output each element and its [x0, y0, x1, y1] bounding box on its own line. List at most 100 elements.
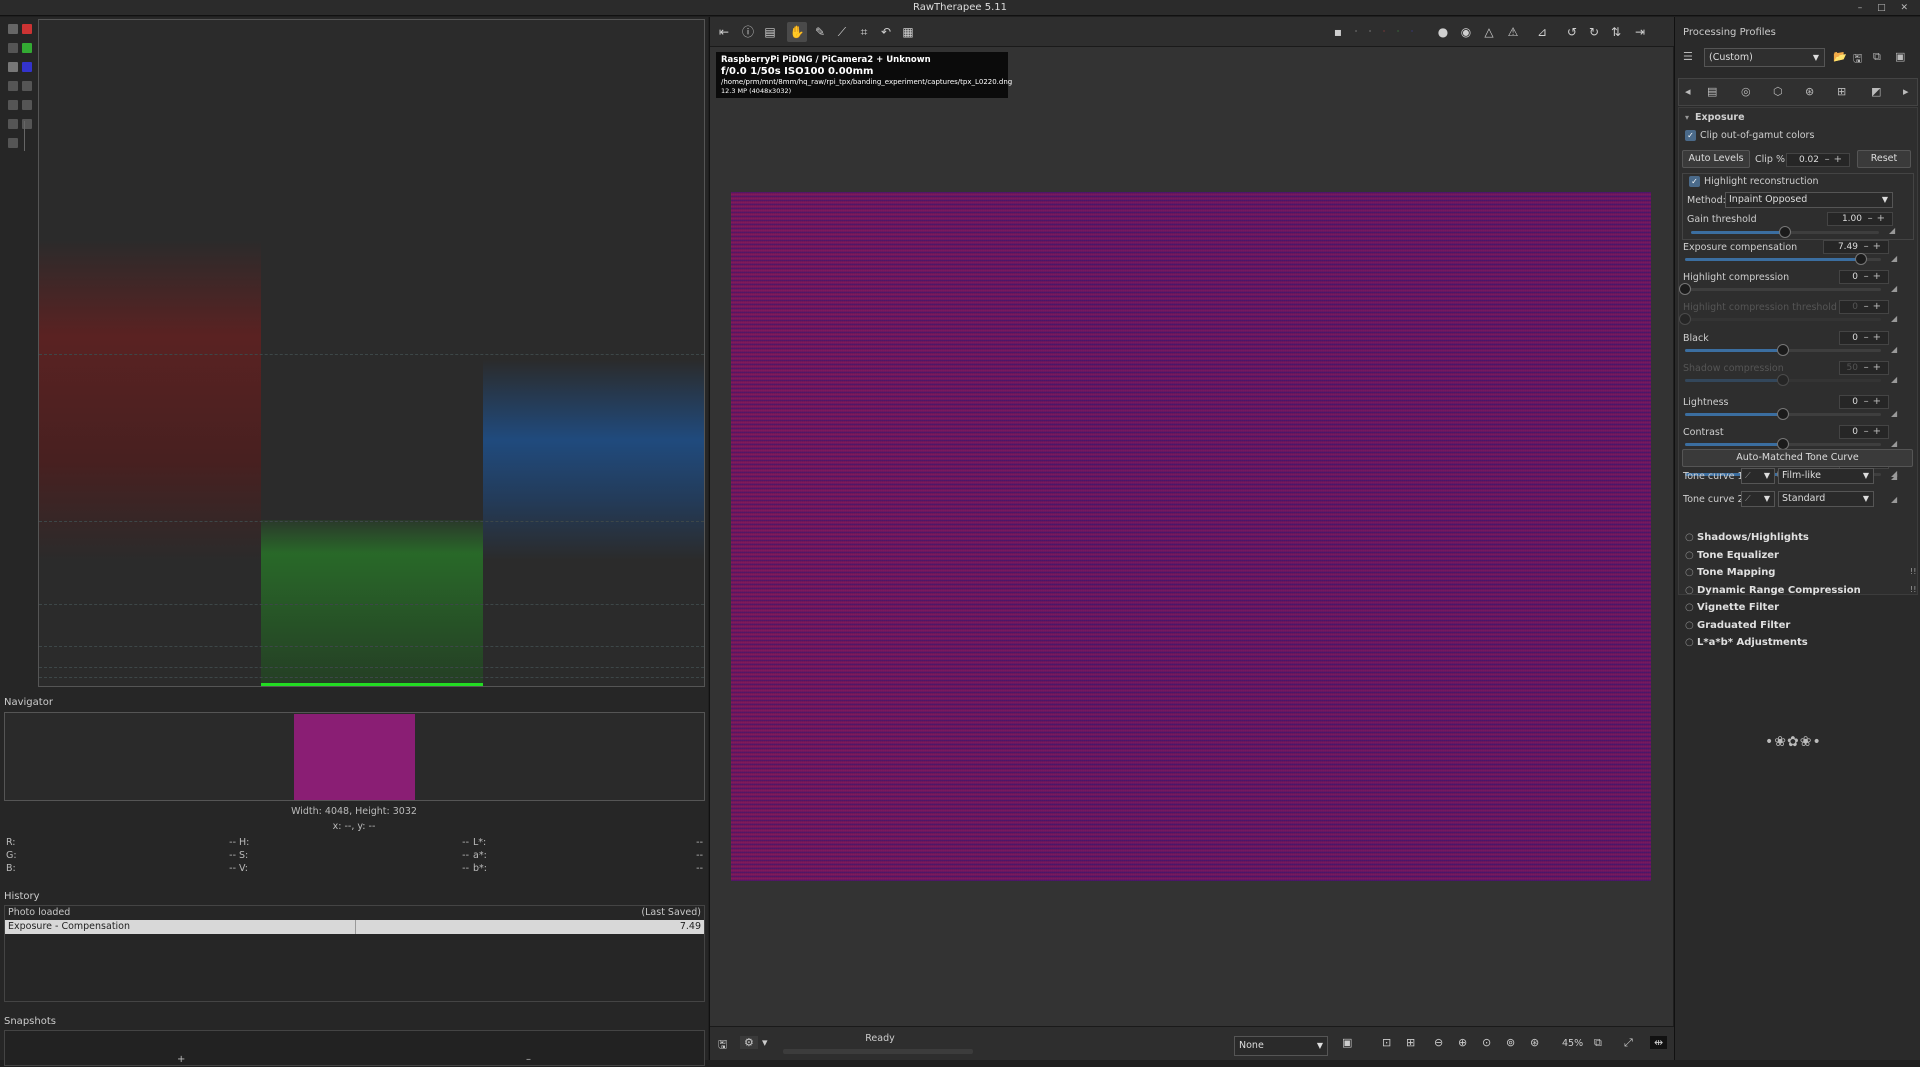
navigator-preview[interactable] — [4, 712, 705, 801]
enable-toggle-icon[interactable]: ○ — [1685, 585, 1694, 596]
zoom-fit-crop-icon[interactable]: ⊛ — [1530, 1036, 1539, 1049]
clip-percent-input[interactable]: 0.02 –+ — [1786, 153, 1850, 167]
profile-select[interactable]: (Custom) ▼ — [1704, 48, 1825, 67]
navigator-thumbnail[interactable] — [294, 714, 415, 800]
shadow-clip-icon[interactable]: ◉ — [1456, 22, 1476, 42]
rotate-icon[interactable]: ↶ — [876, 22, 896, 42]
luminance-toggle-icon[interactable] — [8, 62, 18, 72]
queue-menu-icon[interactable]: ▾ — [762, 1036, 768, 1049]
reset-icon[interactable]: ◢ — [1891, 345, 1897, 354]
reset-icon[interactable]: ◢ — [1889, 226, 1895, 235]
gain-threshold-slider[interactable] — [1691, 226, 1879, 238]
chroma-toggle-icon[interactable] — [8, 81, 18, 91]
slider-knob[interactable] — [1779, 226, 1791, 238]
auto-tone-curve-button[interactable]: Auto-Matched Tone Curve — [1682, 449, 1913, 467]
histogram-scale-slider[interactable] — [24, 121, 25, 151]
tab-exposure-icon[interactable]: ◎ — [1741, 85, 1751, 98]
window-controls[interactable]: – □ ✕ — [1858, 0, 1914, 16]
reset-icon[interactable]: ◢ — [1891, 284, 1897, 293]
reset-icon[interactable]: ◢ — [1891, 254, 1897, 263]
white-balance-picker-icon[interactable]: ✎ — [810, 22, 830, 42]
slider-value-input[interactable]: 0 –+ — [1839, 330, 1889, 345]
zoom-out-icon[interactable]: ⊖ — [1434, 1036, 1443, 1049]
open-profile-icon[interactable]: 📂 — [1833, 50, 1847, 63]
slider-value-input[interactable]: 0 –+ — [1839, 395, 1889, 409]
crop-icon[interactable]: ⌗ — [854, 22, 874, 42]
zoom-in-icon[interactable]: ⊕ — [1458, 1036, 1467, 1049]
copy-profile-icon[interactable]: ⧉ — [1873, 50, 1881, 64]
tone-curve-2-mode-select[interactable]: Standard ▼ — [1778, 491, 1874, 507]
reset-icon[interactable]: ◢ — [1891, 375, 1897, 384]
save-image-icon[interactable]: 🖫 — [718, 1036, 727, 1055]
tab-favorites-icon[interactable]: ▤ — [1707, 85, 1717, 98]
hide-panels-icon[interactable]: ⇹ — [1650, 1036, 1668, 1049]
profile-list-icon[interactable]: ☰ — [1683, 50, 1693, 63]
reset-icon[interactable]: ◢ — [1891, 409, 1897, 418]
color-profile-icon[interactable]: ▣ — [1342, 1036, 1352, 1049]
stepper-icon[interactable]: –+ — [1864, 332, 1885, 344]
queue-icon[interactable]: ⚙ — [740, 1036, 758, 1049]
straighten-icon[interactable]: ⟋ — [832, 22, 852, 42]
method-select[interactable]: Inpaint Opposed ▼ — [1725, 192, 1893, 208]
stepper-icon[interactable]: –+ — [1825, 154, 1846, 166]
reset-button[interactable]: Reset — [1857, 150, 1911, 168]
red-channel-toggle[interactable] — [22, 24, 32, 34]
rotate-right-icon[interactable]: ↻ — [1584, 22, 1604, 42]
save-profile-icon[interactable]: 🖫 — [1853, 50, 1862, 69]
gain-threshold-input[interactable]: 1.00 –+ — [1827, 212, 1893, 226]
tone-curve-1-edit-icon[interactable]: ◢ — [1891, 472, 1897, 481]
stepper-icon[interactable]: –+ — [1864, 271, 1885, 283]
enable-toggle-icon[interactable]: ○ — [1685, 567, 1694, 578]
preview-mode-select[interactable]: None ▼ — [1234, 1036, 1328, 1056]
before-after-icon[interactable]: ▤ — [760, 22, 780, 42]
histogram-type-icon[interactable] — [8, 24, 18, 34]
reset-icon[interactable]: ◢ — [1891, 439, 1897, 448]
tab-raw-icon[interactable]: ◩ — [1871, 85, 1881, 98]
green-channel-toggle[interactable] — [22, 43, 32, 53]
auto-levels-button[interactable]: Auto Levels — [1682, 150, 1750, 168]
tab-next-icon[interactable]: ▸ — [1903, 85, 1909, 98]
perspective-icon[interactable]: ▦ — [898, 22, 918, 42]
slider-value-input[interactable]: 7.49 –+ — [1823, 240, 1889, 254]
hand-tool-icon[interactable]: ✋ — [787, 22, 807, 42]
histogram-mode-icon[interactable] — [8, 100, 18, 110]
tool-section-header[interactable]: ○ Shadows/Highlights — [1685, 532, 1809, 543]
stepper-icon[interactable]: –+ — [1864, 426, 1885, 438]
stepper-icon[interactable]: –+ — [1864, 396, 1885, 408]
waveform-icon[interactable] — [8, 138, 18, 148]
preview-channel-icon[interactable]: ▪ — [1328, 22, 1348, 42]
slider-value-input[interactable]: 0 –+ — [1839, 270, 1889, 285]
enable-toggle-icon[interactable]: ○ — [1685, 550, 1694, 561]
tool-section-header[interactable]: ○ Tone Mapping!! — [1685, 567, 1916, 578]
tool-section-header[interactable]: ○ Vignette Filter — [1685, 602, 1779, 613]
enable-toggle-icon[interactable]: ○ — [1685, 620, 1694, 631]
tool-section-header[interactable]: ○ Graduated Filter — [1685, 620, 1790, 631]
tool-section-header[interactable]: ○ L*a*b* Adjustments — [1685, 637, 1808, 648]
hide-left-panel-icon[interactable]: ⇤ — [714, 22, 734, 42]
zoom-100-icon[interactable]: ⊚ — [1506, 1036, 1515, 1049]
stepper-icon[interactable]: –+ — [1868, 213, 1889, 225]
stepper-icon[interactable]: –+ — [1864, 241, 1885, 253]
reset-icon[interactable]: ◢ — [1891, 314, 1897, 323]
tone-curve-1-type-select[interactable]: ⟋ ▼ — [1741, 468, 1775, 484]
tool-section-header[interactable]: ○ Tone Equalizer — [1685, 550, 1779, 561]
tab-transform-icon[interactable]: ⊞ — [1837, 85, 1846, 98]
enable-toggle-icon[interactable]: ○ — [1685, 602, 1694, 613]
tool-section-header[interactable]: ○ Dynamic Range Compression!! — [1685, 585, 1916, 596]
history-row-selected[interactable]: Exposure - Compensation 7.49 — [5, 920, 704, 934]
pointer-toggle-icon[interactable] — [22, 100, 32, 110]
highlight-clip-icon[interactable]: △ — [1479, 22, 1499, 42]
tab-detail-icon[interactable]: ⬡ — [1773, 85, 1783, 98]
raw-toggle-icon[interactable] — [8, 43, 18, 53]
highlight-recon-checkbox[interactable]: ✓ Highlight reconstruction — [1689, 176, 1819, 187]
slider-track[interactable] — [1685, 438, 1881, 451]
slider-value-input[interactable]: 0 –+ — [1839, 425, 1889, 440]
tab-prev-icon[interactable]: ◂ — [1685, 85, 1691, 98]
slider-knob[interactable] — [1855, 253, 1868, 265]
histogram-toggle-icon[interactable]: ⊿ — [1532, 22, 1552, 42]
slider-track[interactable] — [1679, 283, 1881, 296]
slider-track[interactable] — [1685, 253, 1881, 265]
gamut-check-icon[interactable]: ⊞ — [1406, 1036, 1415, 1049]
tab-color-icon[interactable]: ⊛ — [1805, 85, 1814, 98]
slider-knob[interactable] — [1777, 343, 1789, 356]
